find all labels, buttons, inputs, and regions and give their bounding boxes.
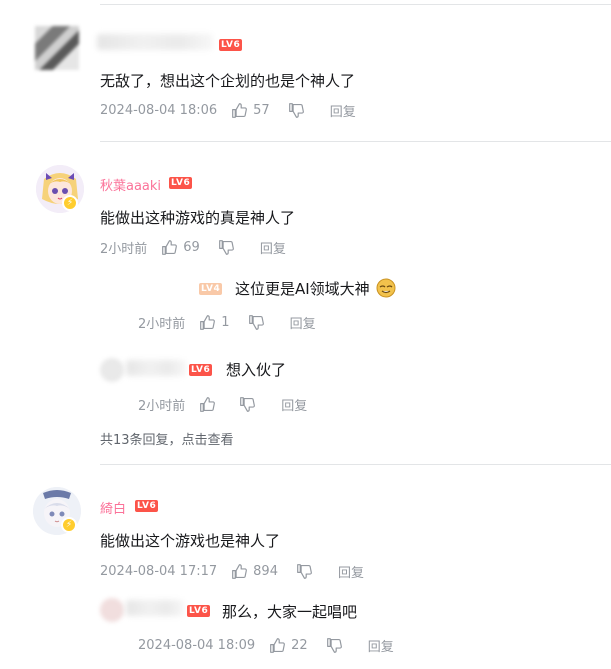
like-count: 1: [221, 314, 230, 330]
thumb-up-icon: [232, 102, 248, 118]
username-blurred[interactable]: [126, 600, 184, 616]
comment-text: 能做出这种游戏的真是神人了: [100, 209, 296, 227]
divider: [100, 141, 611, 142]
reply-avatar[interactable]: [100, 598, 124, 622]
like-count: 69: [183, 239, 200, 255]
comment-text: 能做出这个游戏也是神人了: [100, 532, 281, 550]
level-badge: LV6: [187, 605, 211, 617]
thumb-up-icon: [270, 637, 286, 653]
level-badge: LV6: [219, 39, 243, 51]
like-button[interactable]: 57: [231, 102, 270, 119]
reply-count-text: 共13条回复，: [100, 433, 182, 448]
thumb-down-icon: [297, 563, 312, 579]
comment-time: 2024-08-04 17:17: [100, 563, 218, 579]
reply-text: 想入伙了: [226, 361, 287, 379]
lightning-badge-icon: ⚡: [62, 195, 78, 211]
reply-time: 2024-08-04 18:09: [138, 637, 256, 653]
level-badge: LV6: [135, 500, 159, 512]
comment-time: 2024-08-04 18:06: [100, 102, 218, 118]
view-more-replies[interactable]: 共13条回复，点击查看: [100, 429, 234, 448]
reply-meta: 2小时前 1 回复: [138, 312, 316, 332]
thumb-up-icon: [162, 239, 178, 255]
like-button[interactable]: 1: [199, 314, 230, 331]
divider: [100, 4, 611, 5]
comment-meta: 2小时前 69 回复: [100, 237, 286, 257]
comment-text: 无敌了，想出这个企划的也是个神人了: [100, 72, 356, 90]
lightning-badge-icon: ⚡: [61, 517, 77, 533]
comment-time: 2小时前: [100, 241, 148, 257]
reply-meta: 2024-08-04 18:09 22 回复: [138, 635, 394, 655]
level-badge: LV6: [189, 364, 213, 376]
thumb-up-icon: [200, 314, 216, 330]
thumb-down-icon: [326, 637, 342, 653]
like-count: 57: [253, 102, 270, 118]
like-button[interactable]: [199, 396, 221, 413]
dislike-button[interactable]: [248, 314, 270, 331]
like-count: 22: [291, 637, 308, 653]
dislike-button[interactable]: [296, 563, 318, 580]
username[interactable]: 綺白: [100, 498, 126, 517]
dislike-button[interactable]: [326, 637, 348, 654]
like-button[interactable]: 22: [269, 637, 308, 654]
thumb-up-icon: [232, 563, 248, 579]
thumb-down-icon: [288, 102, 304, 118]
reply-button[interactable]: 回复: [260, 238, 286, 257]
username-blurred[interactable]: [97, 34, 213, 50]
reply-button[interactable]: 回复: [330, 101, 356, 120]
reply-avatar[interactable]: [100, 358, 124, 382]
comment-meta: 2024-08-04 18:06 57 回复: [100, 100, 356, 120]
level-badge: LV4: [199, 283, 223, 295]
reply-button[interactable]: 回复: [290, 313, 316, 332]
doge-emoji: [376, 278, 396, 298]
reply-text-content: 这位更是AI领域大神: [235, 280, 370, 298]
thumb-up-icon: [200, 396, 216, 412]
username-blurred[interactable]: [126, 360, 186, 376]
like-button[interactable]: 894: [231, 563, 278, 580]
reply-text: 这位更是AI领域大神: [235, 278, 396, 299]
reply-button[interactable]: 回复: [281, 395, 307, 414]
like-count: 894: [253, 563, 278, 579]
avatar[interactable]: [35, 26, 79, 70]
reply-text: 那么，大家一起唱吧: [222, 603, 358, 621]
like-button[interactable]: 69: [161, 239, 200, 256]
dislike-button[interactable]: [218, 239, 240, 256]
thumb-down-icon: [218, 239, 234, 255]
reply-time: 2小时前: [138, 398, 186, 414]
dislike-button[interactable]: [288, 102, 310, 119]
dislike-button[interactable]: [239, 396, 261, 413]
username[interactable]: 秋葉aaaki: [100, 175, 161, 194]
reply-button[interactable]: 回复: [338, 562, 364, 581]
level-badge: LV6: [169, 177, 193, 189]
divider: [100, 464, 611, 465]
view-more-link[interactable]: 点击查看: [182, 433, 234, 448]
thumb-down-icon: [248, 314, 264, 330]
thumb-down-icon: [240, 396, 256, 412]
reply-button[interactable]: 回复: [368, 636, 394, 655]
reply-meta: 2小时前 回复: [138, 394, 307, 414]
reply-time: 2小时前: [138, 316, 186, 332]
comment-meta: 2024-08-04 17:17 894 回复: [100, 561, 364, 581]
